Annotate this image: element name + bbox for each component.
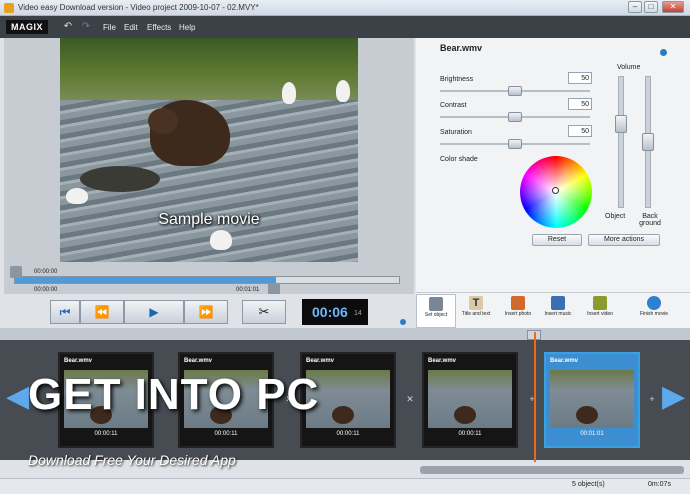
reset-button[interactable]: Reset bbox=[532, 234, 582, 246]
undo-icon[interactable]: ↶ bbox=[62, 21, 74, 33]
menu-edit[interactable]: Edit bbox=[124, 23, 138, 32]
transition-icon[interactable]: ✕ bbox=[405, 394, 415, 404]
menu-bar: MAGIX ↶ ↷ File Edit Effects Help bbox=[0, 16, 690, 38]
skip-to-start-button[interactable]: ⏮ bbox=[50, 300, 80, 324]
watermark-text: GET INTO PC bbox=[28, 370, 320, 419]
rewind-button[interactable]: ⏪ bbox=[80, 300, 124, 324]
background-volume-label: Back ground bbox=[639, 213, 661, 227]
background-volume-slider[interactable] bbox=[642, 76, 654, 208]
minimize-button[interactable]: – bbox=[628, 1, 642, 13]
info-icon[interactable] bbox=[400, 319, 406, 325]
contrast-label: Contrast bbox=[440, 102, 467, 109]
video-bear-head bbox=[148, 108, 178, 134]
video-rock bbox=[80, 166, 160, 192]
play-button[interactable]: ▶ bbox=[124, 300, 184, 324]
volume-label: Volume bbox=[617, 64, 641, 71]
tool-set-object[interactable]: Set object bbox=[416, 294, 456, 328]
timecode-start-top: 00:00:00 bbox=[34, 269, 58, 275]
globe-icon bbox=[647, 296, 661, 310]
scroll-right-arrow[interactable]: ▶ bbox=[662, 372, 685, 422]
help-icon[interactable] bbox=[660, 49, 667, 56]
magix-logo: MAGIX bbox=[6, 20, 48, 34]
clip-bear bbox=[576, 406, 598, 424]
fast-forward-button[interactable]: ⏩ bbox=[184, 300, 228, 324]
transition-icon[interactable]: + bbox=[647, 394, 657, 404]
cut-scissors-button[interactable]: ✂ bbox=[242, 300, 286, 324]
clip-thumbnail bbox=[550, 370, 634, 428]
object-name: Bear.wmv bbox=[440, 43, 483, 53]
menu-help[interactable]: Help bbox=[179, 23, 195, 32]
clip-bear bbox=[454, 406, 476, 424]
brightness-knob[interactable] bbox=[508, 86, 522, 96]
timecode-end: 00:01:01 bbox=[236, 287, 260, 293]
more-actions-button[interactable]: More actions bbox=[588, 234, 660, 246]
tool-finish-movie[interactable]: Finish movie bbox=[632, 294, 676, 328]
video-gull bbox=[66, 188, 88, 204]
position-slider[interactable] bbox=[14, 276, 400, 284]
object-volume-slider[interactable] bbox=[615, 76, 627, 208]
redo-icon[interactable]: ↷ bbox=[80, 21, 92, 33]
background-volume-knob[interactable] bbox=[642, 133, 654, 151]
watermark-tagline: Download Free Your Desired App bbox=[28, 452, 236, 468]
film-icon bbox=[593, 296, 607, 310]
close-button[interactable]: ✕ bbox=[662, 1, 684, 13]
video-preview[interactable]: Sample movie bbox=[60, 38, 358, 262]
video-background bbox=[60, 38, 358, 100]
object-volume-label: Object bbox=[605, 213, 626, 220]
storyboard-scrollbar[interactable] bbox=[420, 466, 684, 474]
menu-file[interactable]: File bbox=[103, 23, 116, 32]
clip-bear bbox=[332, 406, 354, 424]
tool-title-text[interactable]: T Title and text bbox=[456, 294, 496, 328]
position-handle[interactable] bbox=[10, 266, 22, 278]
music-icon bbox=[551, 296, 565, 310]
saturation-slider[interactable] bbox=[440, 139, 590, 149]
playhead[interactable] bbox=[534, 332, 536, 462]
position-slider-fill bbox=[15, 277, 277, 283]
title-bar: Video easy Download version - Video proj… bbox=[0, 0, 690, 16]
movie-caption: Sample movie bbox=[158, 211, 260, 228]
saturation-value[interactable]: 50 bbox=[568, 125, 592, 137]
timecode-start: 00:00:00 bbox=[34, 287, 58, 293]
storyboard-clip[interactable]: Bear.wmv 00:00:11 bbox=[422, 352, 518, 448]
tool-insert-photo[interactable]: Insert photo bbox=[498, 294, 538, 328]
contrast-slider[interactable] bbox=[440, 112, 590, 122]
brightness-slider[interactable] bbox=[440, 86, 590, 96]
text-icon: T bbox=[469, 296, 483, 310]
color-wheel-marker[interactable] bbox=[552, 187, 559, 194]
saturation-label: Saturation bbox=[440, 129, 472, 136]
saturation-knob[interactable] bbox=[508, 139, 522, 149]
photo-icon bbox=[511, 296, 525, 310]
video-gull bbox=[210, 230, 232, 250]
object-volume-knob[interactable] bbox=[615, 115, 627, 133]
storyboard-clip-selected[interactable]: Bear.wmv 00:01:01 bbox=[544, 352, 640, 448]
maximize-button[interactable]: □ bbox=[644, 1, 658, 13]
status-object-count: 5 object(s) bbox=[572, 481, 605, 488]
app-icon bbox=[4, 3, 14, 13]
video-gull bbox=[282, 82, 296, 104]
video-gull bbox=[336, 80, 350, 102]
status-duration: 0m:07s bbox=[648, 481, 671, 488]
tool-insert-video[interactable]: Insert video bbox=[580, 294, 620, 328]
tool-insert-music[interactable]: Insert music bbox=[538, 294, 578, 328]
sliders-icon bbox=[429, 297, 443, 311]
contrast-knob[interactable] bbox=[508, 112, 522, 122]
brightness-label: Brightness bbox=[440, 76, 474, 83]
brightness-value[interactable]: 50 bbox=[568, 72, 592, 84]
contrast-value[interactable]: 50 bbox=[568, 98, 592, 110]
color-shade-label: Color shade bbox=[440, 156, 478, 163]
window-title: Video easy Download version - Video proj… bbox=[18, 3, 259, 12]
scroll-left-arrow[interactable]: ◀ bbox=[6, 372, 29, 422]
menu-effects[interactable]: Effects bbox=[147, 23, 171, 32]
timecode-frames: 14 bbox=[354, 310, 362, 317]
clip-thumbnail bbox=[428, 370, 512, 428]
